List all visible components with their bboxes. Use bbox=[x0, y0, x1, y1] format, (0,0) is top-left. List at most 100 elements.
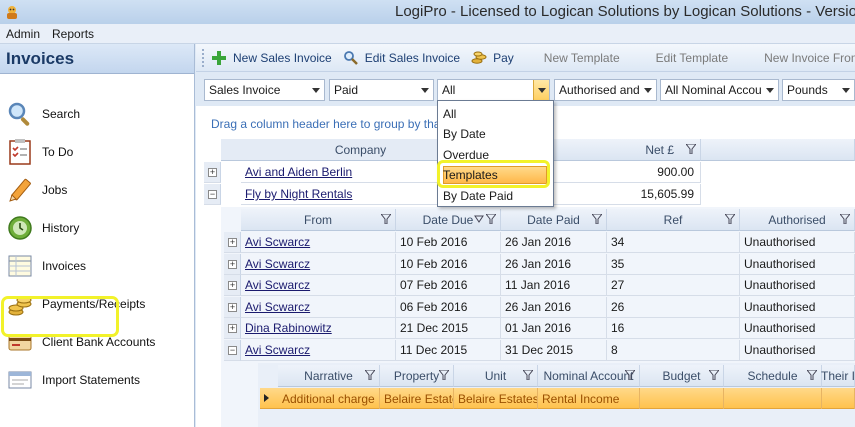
status-select[interactable]: Paid bbox=[329, 79, 434, 101]
filter-icon[interactable] bbox=[365, 370, 375, 380]
collapse-minus-icon[interactable]: − bbox=[228, 346, 237, 355]
expand-plus-icon[interactable]: + bbox=[228, 324, 237, 333]
column-header-narrative[interactable]: Narrative bbox=[278, 365, 380, 387]
table-row-date-due: 07 Feb 2016 bbox=[396, 275, 501, 296]
column-header-ref[interactable]: Ref bbox=[607, 209, 740, 231]
authorisation-select[interactable]: Authorised and bbox=[554, 79, 657, 101]
column-header-their[interactable]: Their I bbox=[821, 365, 855, 387]
column-header-schedule[interactable]: Schedule bbox=[724, 365, 822, 387]
filter-icon[interactable] bbox=[381, 214, 391, 224]
expand-plus-icon[interactable]: + bbox=[228, 260, 237, 269]
statement-icon bbox=[4, 364, 36, 396]
date-filter-select[interactable]: All bbox=[437, 79, 550, 101]
toolbar: New Sales Invoice Edit Sales Invoice Pay… bbox=[196, 44, 855, 72]
filter-icon[interactable] bbox=[439, 370, 449, 380]
filter-icon[interactable] bbox=[625, 370, 635, 380]
column-header-label: Unit bbox=[484, 368, 507, 383]
new-sales-invoice-button[interactable]: New Sales Invoice bbox=[210, 49, 332, 67]
column-header-date-paid[interactable]: Date Paid bbox=[501, 209, 607, 231]
table-row-ref: 26 bbox=[607, 297, 740, 318]
table-row-from[interactable]: Avi Scwarcz bbox=[241, 275, 396, 296]
invoice-sheet-icon bbox=[4, 250, 36, 282]
column-header-date-due[interactable]: Date Due bbox=[396, 209, 501, 231]
dropdown-option-by-date[interactable]: By Date bbox=[443, 127, 486, 141]
table-row-from[interactable]: Avi Scwarcz bbox=[241, 297, 396, 318]
chevron-down-icon[interactable] bbox=[533, 80, 549, 100]
new-template-button[interactable]: New Template bbox=[544, 51, 620, 65]
pay-button[interactable]: Pay bbox=[470, 49, 514, 67]
nav-item-label: Import Statements bbox=[42, 373, 141, 387]
table-row-date-due: 10 Feb 2016 bbox=[396, 254, 501, 275]
expand-plus-icon[interactable]: + bbox=[228, 238, 237, 247]
expand-plus-icon[interactable]: + bbox=[228, 281, 237, 290]
edit-sales-invoice-button[interactable]: Edit Sales Invoice bbox=[342, 49, 460, 67]
filter-icon[interactable] bbox=[486, 214, 496, 224]
table-row-date-paid: 31 Dec 2015 bbox=[501, 340, 607, 361]
filter-icon[interactable] bbox=[725, 214, 735, 224]
column-header-property[interactable]: Property bbox=[380, 365, 454, 387]
column-header-unit[interactable]: Unit bbox=[454, 365, 538, 387]
table-row-from[interactable]: Avi Scwarcz bbox=[241, 254, 396, 275]
column-header-budget[interactable]: Budget bbox=[640, 365, 724, 387]
menu-admin[interactable]: Admin bbox=[6, 27, 40, 41]
dropdown-option-all[interactable]: All bbox=[443, 107, 456, 121]
dropdown-option-by-date-paid[interactable]: By Date Paid bbox=[443, 189, 513, 203]
nominal-account-select[interactable]: All Nominal Accoun bbox=[660, 79, 779, 101]
table-row-schedule bbox=[724, 388, 822, 409]
nav-item-label: Jobs bbox=[42, 183, 68, 197]
filter-icon[interactable] bbox=[840, 214, 850, 224]
nav-item-invoices[interactable]: Invoices bbox=[0, 247, 194, 285]
column-header-label: Budget bbox=[662, 368, 701, 383]
chevron-down-icon[interactable] bbox=[838, 80, 854, 100]
column-header-label: Nominal Account bbox=[543, 368, 634, 383]
column-header-label: Authorised bbox=[768, 212, 826, 227]
edit-sales-invoice-label: Edit Sales Invoice bbox=[364, 50, 461, 65]
authorisation-value: Authorised and bbox=[559, 83, 640, 97]
chevron-down-icon[interactable] bbox=[762, 80, 778, 100]
collapse-minus-icon[interactable]: − bbox=[208, 190, 217, 199]
edit-template-label: Edit Template bbox=[655, 50, 729, 65]
nav-item-history[interactable]: History bbox=[0, 209, 194, 247]
pay-label: Pay bbox=[493, 50, 514, 65]
nav-item-search[interactable]: Search bbox=[0, 95, 194, 133]
chevron-down-icon[interactable] bbox=[308, 80, 324, 100]
column-header-nominal-account[interactable]: Nominal Account bbox=[538, 365, 640, 387]
chevron-down-icon[interactable] bbox=[417, 80, 433, 100]
column-header-label: Narrative bbox=[304, 368, 353, 383]
clock-icon bbox=[4, 212, 36, 244]
filter-icon[interactable] bbox=[523, 370, 533, 380]
table-row-from[interactable]: Dina Rabinowitz bbox=[241, 318, 396, 339]
nav-item-label: To Do bbox=[42, 145, 74, 159]
table-row-from[interactable]: Avi Scwarcz bbox=[241, 232, 396, 253]
nav-item-to-do[interactable]: To Do bbox=[0, 133, 194, 171]
column-header-authorised[interactable]: Authorised bbox=[740, 209, 855, 231]
table-row-their bbox=[822, 388, 855, 409]
selected-line-row[interactable]: Additional charge Belaire Estate Belaire E… bbox=[260, 388, 855, 409]
chevron-down-icon[interactable] bbox=[640, 80, 656, 100]
table-row-from[interactable]: Avi Scwarcz bbox=[241, 340, 396, 361]
filter-icon[interactable] bbox=[592, 214, 602, 224]
window-title: LogiPro - Licensed to Logican Solutions … bbox=[395, 3, 855, 20]
menu-reports[interactable]: Reports bbox=[52, 27, 94, 41]
currency-value: Pounds bbox=[787, 83, 828, 97]
filter-icon[interactable] bbox=[686, 144, 696, 154]
menu-bar: Admin Reports bbox=[0, 24, 855, 44]
column-header-from[interactable]: From bbox=[241, 209, 396, 231]
edit-template-button[interactable]: Edit Template bbox=[656, 51, 729, 65]
expand-plus-icon[interactable]: + bbox=[208, 168, 217, 177]
column-header-blank bbox=[701, 139, 855, 161]
filter-icon[interactable] bbox=[709, 370, 719, 380]
currency-select[interactable]: Pounds bbox=[782, 79, 855, 101]
table-row-property: Belaire Estate bbox=[380, 388, 454, 409]
table-row-date-due: 11 Dec 2015 bbox=[396, 340, 501, 361]
app-logo-icon bbox=[3, 3, 21, 21]
nav-item-import-statements[interactable]: Import Statements bbox=[0, 361, 194, 399]
invoice-type-select[interactable]: Sales Invoice bbox=[204, 79, 325, 101]
nav-item-jobs[interactable]: Jobs bbox=[0, 171, 194, 209]
filter-icon[interactable] bbox=[807, 370, 817, 380]
sort-desc-icon[interactable] bbox=[474, 214, 484, 224]
status-value: Paid bbox=[334, 83, 359, 97]
expand-plus-icon[interactable]: + bbox=[228, 303, 237, 312]
new-invoice-from-template-button[interactable]: New Invoice From Te bbox=[764, 51, 855, 65]
table-row-authorised: Unauthorised bbox=[740, 318, 855, 339]
